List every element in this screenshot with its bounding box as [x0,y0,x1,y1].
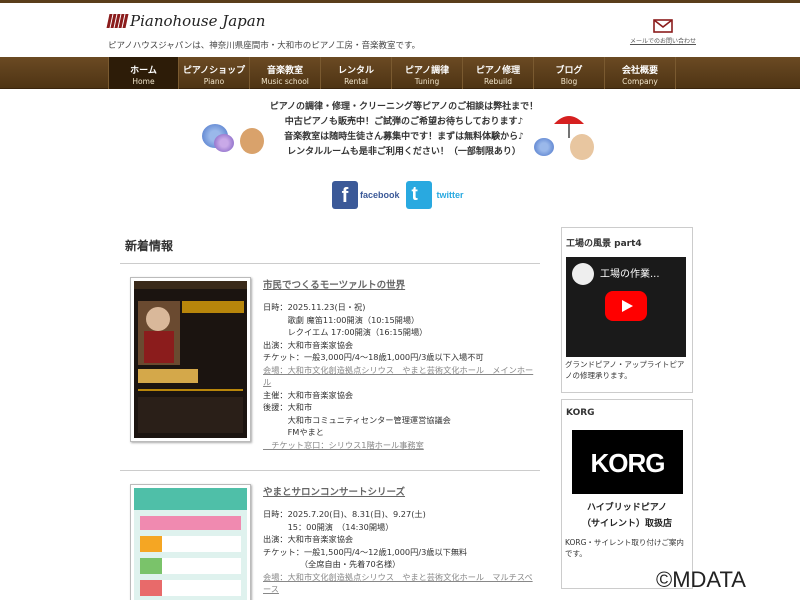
post-line: 大和市コミュニティセンター管理運営協議会 [263,414,451,425]
post-line: 出演：大和市音楽家協会 [263,339,354,350]
korg-caption-line: （サイレント）取扱店 [581,519,672,529]
global-nav: ホーム Home ピアノショップ Piano 音楽教室 Music school… [0,57,800,89]
concert-flyer-image [134,488,247,600]
twitter-icon[interactable]: t [405,181,432,209]
banner-line: 音楽教室は随時生徒さん募集中です！まずは無料体験から♪ [284,132,524,142]
hydrangea-illustration-icon [214,134,234,152]
post-line: チケット窓口：シリウス1階ホール事務室 [263,439,424,450]
info-banner: ピアノの調律・修理・クリーニング等ピアノのご相談は弊社まで！ 中古ピアノも販売中… [200,94,605,164]
post-line: 会場：大和市文化創造拠点シリウス やまと芸術文化ホール メインホール [263,364,534,388]
nav-label: ホーム [130,66,157,76]
post-line: （全席自由・先着70名様） [263,559,401,569]
site-tagline: ピアノハウスジャパンは、神奈川県座間市・大和市のピアノ工房・音楽教室です。 [108,41,421,51]
divider [120,470,540,471]
nav-label: レンタル [337,66,374,76]
youtube-play-icon[interactable] [605,291,647,321]
hydrangea-illustration-icon [534,138,554,156]
facebook-link[interactable]: facebook [360,190,400,200]
sidebar-korg: KORG KORG ハイブリッドピアノ （サイレント）取扱店 KORG・サイレン… [561,399,693,589]
post-line: チケット：一般1,500円/4〜12歳1,000円/3歳以下無料 [263,546,468,557]
post-thumbnail[interactable] [130,484,251,600]
sidebar-factory-video: 工場の風景 part4 工場の作業... グランドピアノ・アップライトピアノの修… [561,227,693,393]
post-body: 市民でつくるモーツァルトの世界 日時：2025.11.23(日・祝) 歌劇 魔笛… [263,277,540,451]
logo-text: Pianohouse Japan [130,12,266,30]
banner-line: ピアノの調律・修理・クリーニング等ピアノのご相談は弊社まで！ [269,102,539,112]
sidebar-caption: グランドピアノ・アップライトピアノの修理承ります。 [565,360,685,380]
site-header: Pianohouse Japan ピアノハウスジャパンは、神奈川県座間市・大和市… [0,3,800,57]
nav-item-blog[interactable]: ブログ Blog [534,57,605,89]
korg-logo[interactable]: KORG [572,430,683,494]
nav-label: ブログ [555,66,583,76]
post-line: 会場：大和市文化創造拠点シリウス やまと芸術文化ホール マルチスペース [263,571,533,595]
youtube-video-embed[interactable]: 工場の作業... [566,257,686,357]
nav-sublabel: Rental [344,77,368,86]
post-thumbnail[interactable] [130,277,251,442]
nav-sublabel: Music school [261,77,309,86]
post-title-link[interactable]: 市民でつくるモーツァルトの世界 [263,277,540,291]
section-title-news: 新着情報 [125,239,174,253]
facebook-icon[interactable]: f [332,181,358,209]
ticket-office-link[interactable]: チケット窓口：シリウス1階ホール事務室 [263,439,540,452]
sidebar-title: KORG [566,408,595,418]
venue-link[interactable]: 会場：大和市文化創造拠点シリウス やまと芸術文化ホール メインホール [263,364,540,389]
social-links: f facebook t twitter [332,181,464,209]
post-title-link[interactable]: やまとサロンコンサートシリーズ [263,484,540,498]
nav-sublabel: Blog [560,77,578,86]
post-line: 15：00開演 （14:30開場） [263,521,394,532]
video-title: 工場の作業... [600,269,660,280]
post-line: FMやまと [263,427,324,437]
nav-sublabel: Tuning [414,77,440,86]
post-details: 日時：2025.7.20(日)、8.31(日)、9.27(土) 15：00開演 … [263,508,540,596]
nav-label: 会社概要 [621,66,658,76]
nav-sublabel: Piano [203,77,225,86]
nav-sublabel: Company [622,77,658,86]
sidebar-title: 工場の風景 part4 [566,239,642,249]
nav-item-piano[interactable]: ピアノショップ Piano [179,57,250,89]
post-line: チケット：一般3,000円/4〜18歳1,000円/3歳以下入場不可 [263,352,484,362]
mail-contact-label: メールでのお問い合わせ [629,38,696,45]
post-body: やまとサロンコンサートシリーズ 日時：2025.7.20(日)、8.31(日)、… [263,484,540,596]
nav-item-home[interactable]: ホーム Home [108,57,179,89]
post-line: レクイエム 17:00開演（16:15開場） [263,327,428,337]
copyright-watermark: ©MDATA [656,567,746,592]
site-logo[interactable]: Pianohouse Japan [106,12,266,30]
banner-line: 中古ピアノも販売中！ご試弾のご希望お待ちしております♪ [284,117,524,127]
post-line: 後援：大和市 [263,402,313,412]
channel-avatar-icon [572,263,594,285]
nav-label: ピアノ調律 [404,66,450,76]
nav-item-rental[interactable]: レンタル Rental [321,57,392,89]
nav-label: 音楽教室 [266,66,303,76]
post-line: 出演：大和市音楽家協会 [263,534,354,544]
nav-sublabel: Rebuild [484,77,512,86]
post-line: 歌劇 魔笛11:00開演（10:15開場） [263,314,420,325]
post-line: 主催：大和市音楽家協会 [263,389,354,400]
nav-label: ピアノショップ [182,66,246,76]
piano-keys-logo-icon [106,14,129,28]
sidebar-caption: KORG・サイレント取り付けご案内です。 [565,538,684,558]
mail-contact-link[interactable]: メールでのお問い合わせ [628,19,698,45]
nav-item-tuning[interactable]: ピアノ調律 Tuning [392,57,463,89]
nav-item-rebuild[interactable]: ピアノ修理 Rebuild [463,57,534,89]
banner-text: ピアノの調律・修理・クリーニング等ピアノのご相談は弊社まで！ 中古ピアノも販売中… [244,100,564,160]
korg-caption-line: ハイブリッドピアノ [586,503,667,513]
nav-sublabel: Home [132,77,155,86]
divider [120,263,540,264]
twitter-link[interactable]: twitter [437,190,464,200]
post-details: 日時：2025.11.23(日・祝) 歌劇 魔笛11:00開演（10:15開場）… [263,301,540,451]
post-line: 日時：2025.11.23(日・祝) [263,302,366,312]
bear-illustration-icon [570,134,594,160]
korg-dealer-caption: ハイブリッドピアノ （サイレント）取扱店 [562,500,692,532]
nav-label: ピアノ修理 [475,66,521,76]
post-line: 日時：2025.7.20(日)、8.31(日)、9.27(土) [263,509,426,519]
nav-item-company[interactable]: 会社概要 Company [605,57,676,89]
concert-flyer-image [134,281,247,438]
mail-icon [653,19,673,33]
nav-item-music-school[interactable]: 音楽教室 Music school [250,57,321,89]
banner-line: レンタルルームも是非ご利用ください！（一部制限あり） [287,147,521,157]
venue-link[interactable]: 会場：大和市文化創造拠点シリウス やまと芸術文化ホール マルチスペース [263,571,540,596]
